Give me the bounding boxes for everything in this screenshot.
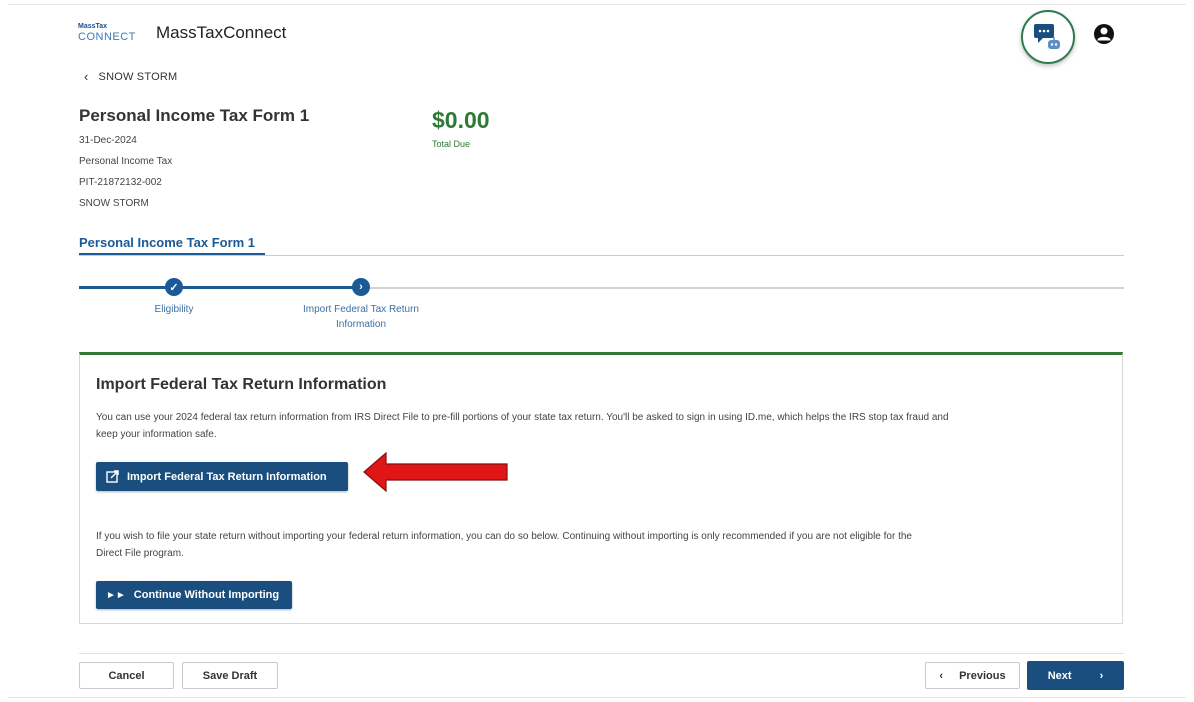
chat-assistant-button[interactable]: [1021, 10, 1075, 64]
app-title: MassTaxConnect: [156, 23, 287, 42]
continue-description: If you wish to file your state return wi…: [96, 531, 912, 559]
top-border: [8, 4, 1186, 5]
import-card: Import Federal Tax Return Information Yo…: [79, 352, 1123, 624]
total-due-amount: $0.00: [432, 107, 490, 133]
fast-forward-icon: ►►: [106, 589, 126, 601]
footer-divider: [79, 653, 1124, 654]
checkmark-icon: ✓: [169, 281, 179, 294]
step-import-current: ›: [352, 278, 370, 296]
card-title: Import Federal Tax Return Information: [96, 376, 387, 393]
external-link-icon: [106, 470, 119, 483]
chevron-right-icon: ›: [359, 281, 363, 293]
previous-button[interactable]: ‹ Previous: [925, 662, 1020, 689]
tax-type: Personal Income Tax: [79, 156, 173, 167]
back-link[interactable]: ‹ SNOW STORM: [84, 69, 177, 84]
tab-divider: [79, 255, 1124, 256]
chatbot-icon: [1034, 24, 1060, 49]
chevron-left-icon: ‹: [939, 669, 944, 682]
taxpayer-name: SNOW STORM: [79, 198, 149, 209]
stepper-progress-line: [79, 286, 364, 289]
annotation-arrow-icon: [363, 451, 508, 493]
tab-personal-income-tax-form[interactable]: Personal Income Tax Form 1: [79, 235, 255, 250]
continue-without-importing-button[interactable]: ►► Continue Without Importing: [96, 581, 292, 609]
cancel-button[interactable]: Cancel: [79, 662, 174, 689]
total-due-label: Total Due: [432, 139, 471, 149]
account-button[interactable]: [1092, 22, 1116, 46]
bottom-border: [8, 697, 1186, 698]
save-draft-button[interactable]: Save Draft: [182, 662, 278, 689]
account-id: PIT-21872132-002: [79, 177, 162, 188]
chevron-left-icon: ‹: [84, 69, 89, 84]
step-label-eligibility: Eligibility: [154, 304, 194, 315]
import-description: You can use your 2024 federal tax return…: [96, 412, 949, 440]
step-label-import: Import Federal Tax Return Information: [303, 304, 419, 330]
masstaxconnect-logo[interactable]: MassTax CONNECT: [78, 22, 142, 48]
page-title: Personal Income Tax Form 1: [79, 106, 310, 125]
period-date: 31-Dec-2024: [79, 135, 137, 146]
step-eligibility-complete: ✓: [165, 278, 183, 296]
next-button[interactable]: Next ›: [1027, 661, 1124, 690]
chevron-right-icon: ›: [1099, 669, 1104, 682]
stepper-remaining-line: [364, 287, 1124, 289]
user-icon: [1094, 24, 1114, 44]
import-federal-button[interactable]: Import Federal Tax Return Information: [96, 462, 348, 491]
